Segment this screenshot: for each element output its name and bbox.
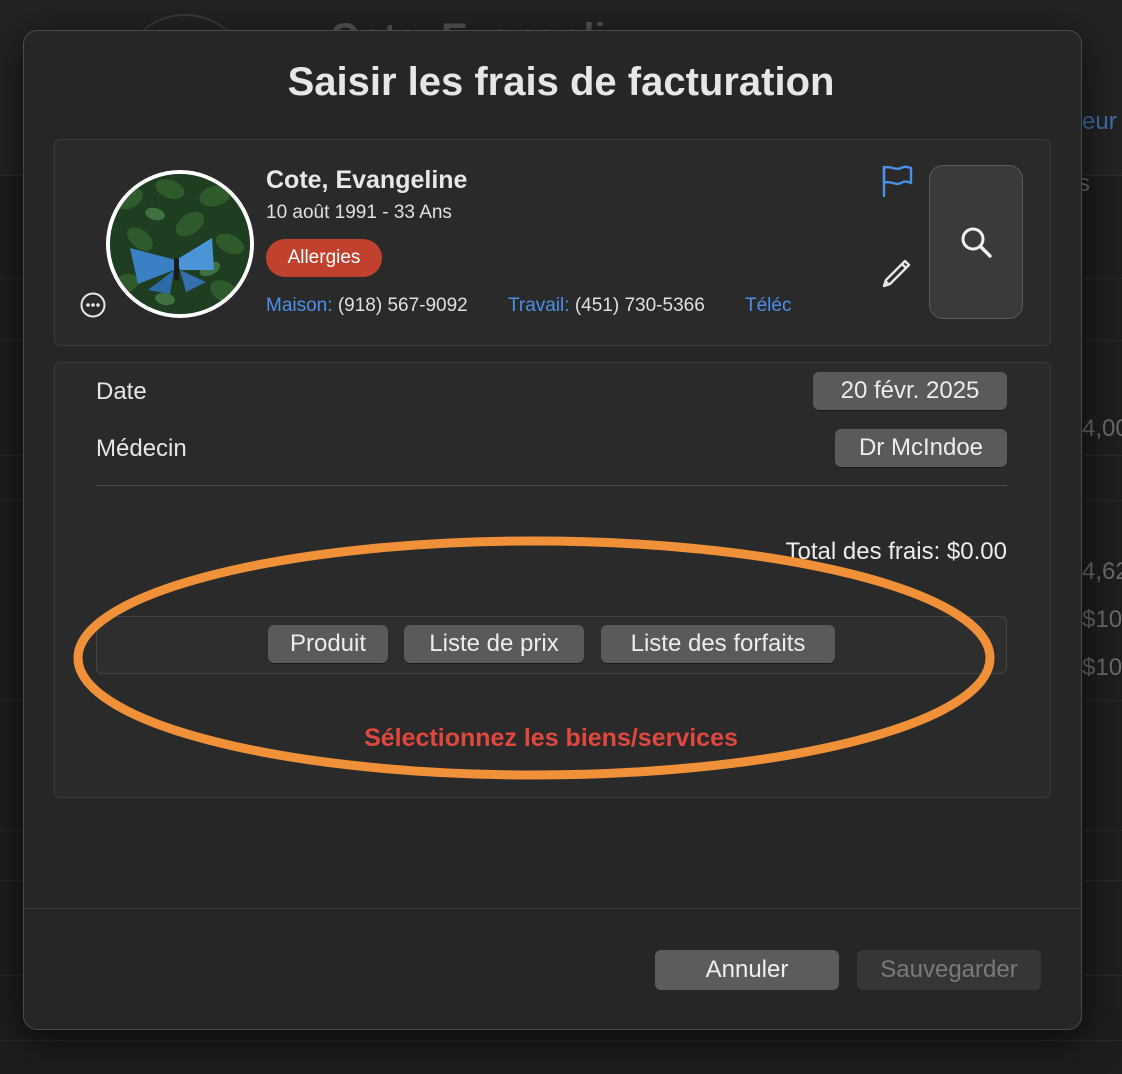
background-amount: $10 xyxy=(1082,606,1122,633)
segment-product[interactable]: Produit xyxy=(268,625,388,663)
date-label: Date xyxy=(96,378,147,405)
avatar-photo xyxy=(110,174,250,314)
total-fees: Total des frais: $0.00 xyxy=(785,538,1007,565)
patient-dob-age: 10 août 1991 - 33 Ans xyxy=(266,202,452,223)
phone-label-mobile[interactable]: Téléc xyxy=(745,295,791,316)
phone-label-home[interactable]: Maison: xyxy=(266,295,333,316)
patient-avatar[interactable] xyxy=(106,170,254,318)
background-amount: 4,62 xyxy=(1082,558,1122,585)
pencil-icon[interactable] xyxy=(878,256,914,292)
background-amount: $10 xyxy=(1082,654,1122,681)
background-row-divider xyxy=(0,1040,1122,1041)
magnifier-icon xyxy=(961,227,992,258)
footer-divider xyxy=(24,908,1080,909)
patient-search-button[interactable] xyxy=(929,165,1023,319)
phone-value-home: (918) 567-9092 xyxy=(337,295,468,316)
selection-hint: Sélectionnez les biens/services xyxy=(364,724,738,752)
doctor-label: Médecin xyxy=(96,435,187,462)
allergies-badge[interactable]: Allergies xyxy=(266,239,382,277)
cancel-button[interactable]: Annuler xyxy=(655,950,839,990)
background-link-text: eur xyxy=(1082,108,1117,135)
phone-value-work: (451) 730-5366 xyxy=(574,295,705,316)
phone-label-work[interactable]: Travail: xyxy=(508,295,570,316)
patient-name: Cote, Evangeline xyxy=(266,166,468,194)
flag-icon[interactable] xyxy=(880,164,914,198)
doctor-select-button[interactable]: Dr McIndoe xyxy=(835,429,1007,467)
segment-package-list[interactable]: Liste des forfaits xyxy=(601,625,835,663)
patient-phones: Maison: (918) 567-9092 Travail: (451) 73… xyxy=(266,295,840,323)
ellipsis-circle-icon[interactable] xyxy=(80,292,106,318)
form-divider xyxy=(96,485,1007,486)
date-picker-button[interactable]: 20 févr. 2025 xyxy=(813,372,1007,410)
dialog-title: Saisir les frais de facturation xyxy=(287,60,835,104)
save-button[interactable]: Sauvegarder xyxy=(857,950,1041,990)
segment-price-list[interactable]: Liste de prix xyxy=(404,625,584,663)
background-amount: 4,00 xyxy=(1082,415,1122,442)
